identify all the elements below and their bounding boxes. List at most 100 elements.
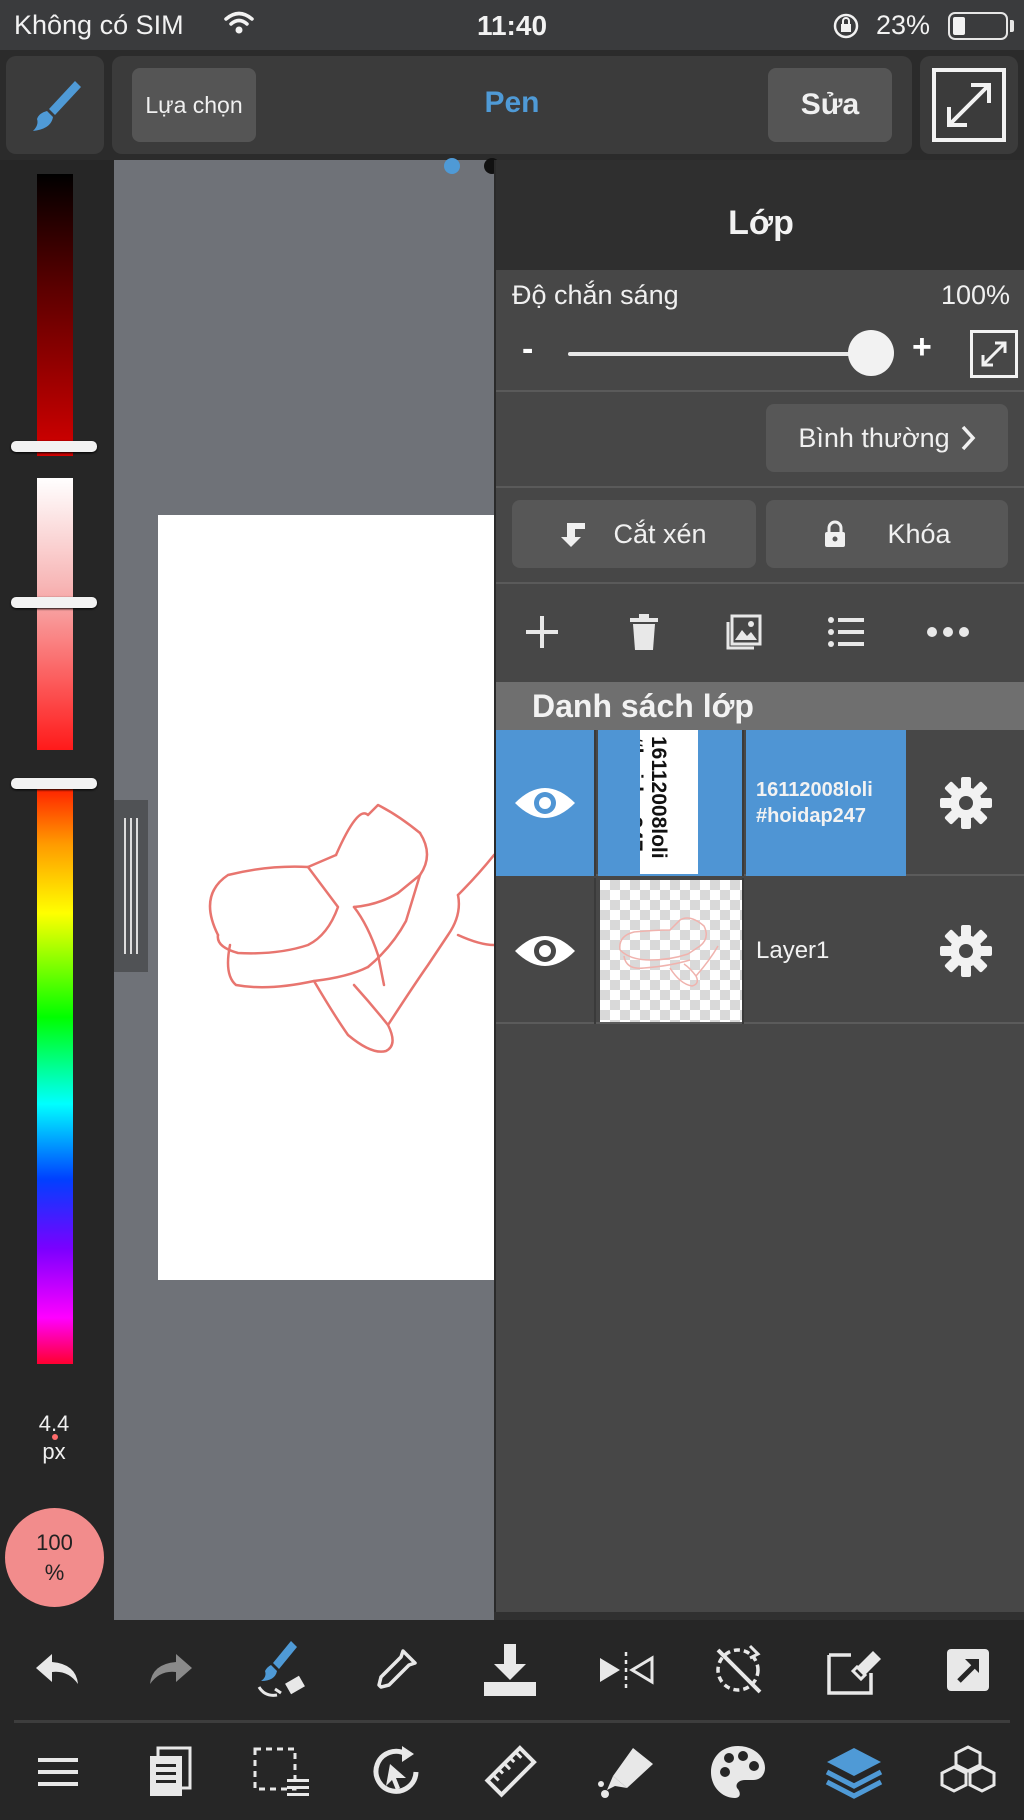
opacity-slider-thumb[interactable] — [848, 330, 894, 376]
tool-settings-bar: Lựa chọn Pen Sửa — [112, 56, 912, 154]
color-palette-button[interactable] — [706, 1740, 770, 1804]
flip-canvas-button[interactable] — [594, 1638, 658, 1702]
brush-size-unit: px — [42, 1439, 66, 1464]
panel-resize-handle[interactable] — [114, 800, 148, 972]
fullscreen-button[interactable] — [920, 56, 1018, 154]
opacity-expand-button[interactable] — [970, 330, 1018, 378]
add-icon — [526, 616, 558, 648]
layer-list-title: Danh sách lớp — [532, 688, 754, 724]
ruler-icon — [484, 1745, 537, 1798]
layers-button[interactable] — [822, 1740, 886, 1804]
transform-icon — [373, 1746, 419, 1794]
battery-tip — [1010, 20, 1014, 32]
layer-settings-button[interactable] — [906, 730, 1024, 876]
layer-row[interactable]: Layer1 — [496, 878, 1024, 1024]
opacity-slider[interactable] — [568, 352, 868, 356]
redo-button[interactable] — [138, 1638, 202, 1702]
brightness-handle[interactable] — [11, 441, 97, 452]
gear-icon — [940, 777, 992, 829]
selection-icon — [253, 1747, 309, 1796]
eyedropper-button[interactable] — [364, 1638, 428, 1702]
clear-layer-button[interactable] — [822, 1638, 886, 1702]
transform-button[interactable] — [364, 1740, 428, 1804]
menu-button[interactable] — [26, 1740, 90, 1804]
selection-tool-button[interactable] — [250, 1740, 314, 1804]
eye-icon — [515, 788, 575, 818]
layer-row[interactable]: 16112008loli #hoidap247 16112008loli #ho… — [496, 730, 1024, 876]
lock-icon — [825, 520, 846, 547]
saturation-slider[interactable] — [37, 478, 73, 750]
main-tool-bar — [0, 1724, 1024, 1820]
canvas-area[interactable] — [114, 160, 496, 1620]
layer-settings-button[interactable] — [906, 878, 1024, 1024]
status-bar: Không có SIM 11:40 23% — [0, 0, 1024, 50]
undo-button[interactable] — [26, 1638, 90, 1702]
brush-opacity-value: 100 — [36, 1529, 73, 1555]
layer-thumbnail[interactable] — [598, 878, 744, 1024]
undo-icon — [36, 1654, 78, 1684]
brush-tool-button[interactable] — [6, 56, 104, 154]
opacity-increase-button[interactable]: + — [912, 328, 932, 367]
brush-opacity-button[interactable]: 100 % — [5, 1508, 104, 1607]
palette-icon — [711, 1746, 765, 1798]
reset-rotation-button[interactable] — [706, 1638, 770, 1702]
opacity-decrease-button[interactable]: - — [522, 330, 533, 369]
battery-icon — [948, 12, 1008, 40]
clipping-arrow-icon — [561, 523, 586, 547]
menu-icon — [38, 1758, 78, 1786]
expand-icon — [932, 68, 1006, 142]
top-toolbar: Lựa chọn Pen Sửa — [0, 50, 1024, 160]
brightness-slider[interactable] — [37, 174, 73, 456]
edit-button[interactable]: Sửa — [768, 68, 892, 142]
import-image-layer-button[interactable] — [720, 608, 768, 656]
divider — [496, 582, 1024, 584]
ruler-button[interactable] — [478, 1740, 542, 1804]
layer-list-button[interactable] — [822, 608, 870, 656]
page-dot-active — [444, 158, 460, 174]
trash-icon — [630, 614, 658, 650]
no-rotate-icon — [716, 1644, 762, 1694]
divider — [496, 486, 1024, 488]
opacity-value: 100% — [940, 280, 1010, 310]
hue-handle[interactable] — [11, 778, 97, 789]
share-icon — [947, 1649, 989, 1691]
layer-thumbnail[interactable]: 16112008loli #hoidap247 — [598, 730, 744, 876]
sketch-drawing — [208, 803, 496, 1053]
share-button[interactable] — [936, 1638, 1000, 1702]
add-layer-button[interactable] — [518, 608, 566, 656]
delete-layer-button[interactable] — [620, 608, 668, 656]
clipping-button[interactable]: Cắt xén — [512, 500, 756, 568]
layer-name[interactable]: Layer1 — [746, 878, 906, 1024]
layers-icon — [825, 1748, 883, 1799]
hue-slider[interactable] — [37, 786, 73, 1364]
saturation-handle[interactable] — [11, 597, 97, 608]
download-icon — [484, 1644, 536, 1696]
list-icon — [828, 617, 864, 647]
layer-visibility-toggle[interactable] — [496, 878, 596, 1024]
layer-more-button[interactable] — [924, 608, 972, 656]
brush-swap-icon — [257, 1641, 305, 1697]
save-download-button[interactable] — [478, 1638, 542, 1702]
brush-eraser-swap-button[interactable] — [250, 1638, 314, 1702]
more-icon — [927, 627, 969, 637]
fill-tool-button[interactable] — [594, 1740, 658, 1804]
eraser-window-icon — [827, 1651, 881, 1695]
materials-button[interactable] — [936, 1740, 1000, 1804]
battery-percent: 23% — [876, 10, 931, 40]
flip-icon — [600, 1652, 654, 1688]
layer-visibility-toggle[interactable] — [496, 730, 596, 876]
expand-icon — [981, 341, 1007, 367]
layer-name-line1: 16112008loli — [756, 779, 873, 801]
layer-name[interactable]: 16112008loli #hoidap247 — [746, 730, 906, 876]
divider — [14, 1720, 1010, 1723]
lock-button[interactable]: Khóa — [766, 500, 1008, 568]
blend-mode-button[interactable]: Bình thường — [766, 404, 1008, 472]
clock-text: 11:40 — [476, 10, 548, 41]
drawing-canvas[interactable] — [158, 515, 496, 1280]
fill-icon — [598, 1748, 653, 1798]
pages-button[interactable] — [138, 1740, 202, 1804]
brush-opacity-unit: % — [44, 1559, 65, 1585]
layer-thumbnail-image: 16112008loli #hoidap247 — [640, 730, 698, 874]
layer-list-header: Danh sách lớp — [496, 682, 1024, 730]
rotation-lock-icon — [832, 12, 860, 45]
